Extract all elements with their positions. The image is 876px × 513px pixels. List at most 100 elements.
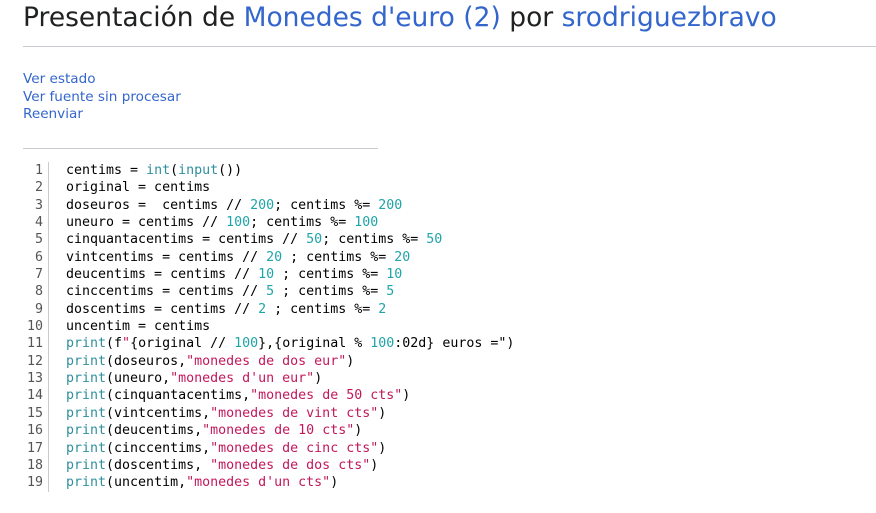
line-number: 9 xyxy=(34,301,43,317)
code-token: 2 xyxy=(378,301,387,317)
gutter-divider xyxy=(48,196,49,215)
code-token: 10 xyxy=(258,267,275,283)
code-line: 5 cinquantacentims = centims // 50; centi… xyxy=(23,231,514,249)
code-line: 19 print(uncentim,"monedes d'un cts") xyxy=(23,474,514,492)
code-token: 20 xyxy=(266,249,283,265)
code-token: 10 xyxy=(386,267,403,283)
code-text: print(vintcentims,"monedes de vint cts") xyxy=(47,405,386,422)
gutter-divider xyxy=(48,214,49,232)
code-token: ; centims %= xyxy=(274,197,379,213)
code-token: ; centims %= xyxy=(274,267,387,283)
code-text: doscentims = centims // 2 ; centims %= 2 xyxy=(47,301,386,318)
code-token: cinquantacentims = centims // xyxy=(66,232,307,248)
line-number: 10 xyxy=(26,319,43,335)
code-line: 8 cinccentims = centims // 5 ; centims %=… xyxy=(23,283,514,301)
page-title: Presentación de Monedes d'euro (2) por s… xyxy=(23,2,777,33)
view-raw-source-link[interactable]: Ver fuente sin procesar xyxy=(23,89,181,107)
line-number: 13 xyxy=(26,371,43,387)
code-text: uneuro = centims // 100; centims %= 100 xyxy=(47,214,378,231)
gutter-divider xyxy=(48,352,49,371)
code-text: deucentims = centims // 10 ; centims %= … xyxy=(47,266,402,283)
code-token: 100 xyxy=(354,215,379,231)
code-token: uneuro = centims // xyxy=(66,215,227,231)
code-token: 100 xyxy=(234,336,259,352)
gutter-divider xyxy=(48,370,49,388)
gutter-divider xyxy=(48,266,49,284)
code-token: ) xyxy=(314,371,323,387)
code-token: input xyxy=(178,163,219,178)
code-line: 16 print(deucentims,"monedes de 10 cts") xyxy=(23,422,514,440)
code-token: doscentims = centims // xyxy=(66,301,259,317)
gutter-divider xyxy=(48,300,49,319)
code-text: print(f"{original // 100},{original % 10… xyxy=(47,335,514,352)
code-token: ) xyxy=(346,353,355,369)
code-token: print xyxy=(66,371,107,387)
code-token: uncentim = centims xyxy=(66,319,211,335)
code-token: "monedes de 10 cts" xyxy=(202,423,355,439)
code-token: 50 xyxy=(306,232,323,248)
code-text: centims = int(input()) xyxy=(47,162,242,179)
code-token: ; centims %= xyxy=(282,249,395,265)
code-text: print(cinccentims,"monedes de cinc cts") xyxy=(47,440,386,457)
code-line: 13 print(uneuro,"monedes d'un eur") xyxy=(23,370,514,388)
code-token: 100 xyxy=(370,336,395,352)
code-token: doseuros = centims // xyxy=(66,197,251,213)
code-token: int xyxy=(146,163,171,178)
user-link[interactable]: srodriguezbravo xyxy=(562,2,777,33)
gutter-divider xyxy=(48,162,49,180)
view-status-link[interactable]: Ver estado xyxy=(23,71,181,89)
gutter-divider xyxy=(48,474,49,492)
code-text: print(doseuros,"monedes de dos eur") xyxy=(47,353,354,370)
code-token: ; centims %= xyxy=(266,301,379,317)
code-token: ) xyxy=(378,405,387,421)
code-token: (doscentims, xyxy=(106,457,211,473)
code-token: print xyxy=(66,475,107,491)
code-token: " xyxy=(122,336,131,352)
code-token: (doseuros, xyxy=(106,353,187,369)
code-divider xyxy=(23,148,378,149)
code-token: centims = xyxy=(66,163,147,178)
code-text: doseuros = centims // 200; centims %= 20… xyxy=(47,197,402,214)
code-line: 4 uneuro = centims // 100; centims %= 100 xyxy=(23,214,514,232)
code-line: 6 vintcentims = centims // 20 ; centims %… xyxy=(23,248,514,267)
gutter-divider xyxy=(48,318,49,336)
code-text: uncentim = centims xyxy=(47,318,210,335)
source-code-block: 1 centims = int(input()) 2 original = centi… xyxy=(23,162,514,492)
gutter-divider xyxy=(48,404,49,423)
code-token: print xyxy=(66,423,107,439)
gutter-divider xyxy=(48,439,49,457)
line-number: 17 xyxy=(26,440,43,456)
title-middle: por xyxy=(500,2,562,33)
code-text: print(uncentim,"monedes d'un cts") xyxy=(47,474,338,491)
line-number: 6 xyxy=(34,249,43,265)
line-number: 18 xyxy=(26,457,43,473)
code-token: ; centims %= xyxy=(322,232,427,248)
code-token: "monedes de vint cts" xyxy=(210,405,379,421)
code-line: 10 uncentim = centims xyxy=(23,318,514,336)
code-token: :02d} euros =") xyxy=(394,336,515,352)
line-number: 8 xyxy=(34,284,43,300)
code-token: "monedes d'un eur" xyxy=(170,371,315,387)
code-line: 2 original = centims xyxy=(23,179,514,197)
gutter-divider xyxy=(48,422,49,440)
code-line: 17 print(cinccentims,"monedes de cinc cts… xyxy=(23,439,514,457)
gutter-divider xyxy=(48,231,49,249)
code-token: "monedes de 50 cts" xyxy=(250,388,403,404)
code-line: 11 print(f"{original // 100},{original % … xyxy=(23,335,514,353)
code-token: print xyxy=(66,440,107,456)
code-line: 1 centims = int(input()) xyxy=(23,162,514,180)
code-text: cinquantacentims = centims // 50; centim… xyxy=(47,231,442,248)
code-token: 5 xyxy=(266,284,275,300)
gutter-divider xyxy=(48,387,49,405)
code-token: print xyxy=(66,353,107,369)
code-line: 15 print(vintcentims,"monedes de vint cts… xyxy=(23,404,514,423)
resubmit-link[interactable]: Reenviar xyxy=(23,106,181,124)
code-token: "monedes de dos eur" xyxy=(186,353,347,369)
line-number: 1 xyxy=(34,163,43,178)
code-token: {original // xyxy=(130,336,235,352)
line-number: 5 xyxy=(34,232,43,248)
line-number: 19 xyxy=(26,475,43,491)
submission-actions: Ver estado Ver fuente sin procesar Reenv… xyxy=(23,71,181,124)
problem-link[interactable]: Monedes d'euro (2) xyxy=(244,2,501,33)
gutter-divider xyxy=(48,335,49,353)
